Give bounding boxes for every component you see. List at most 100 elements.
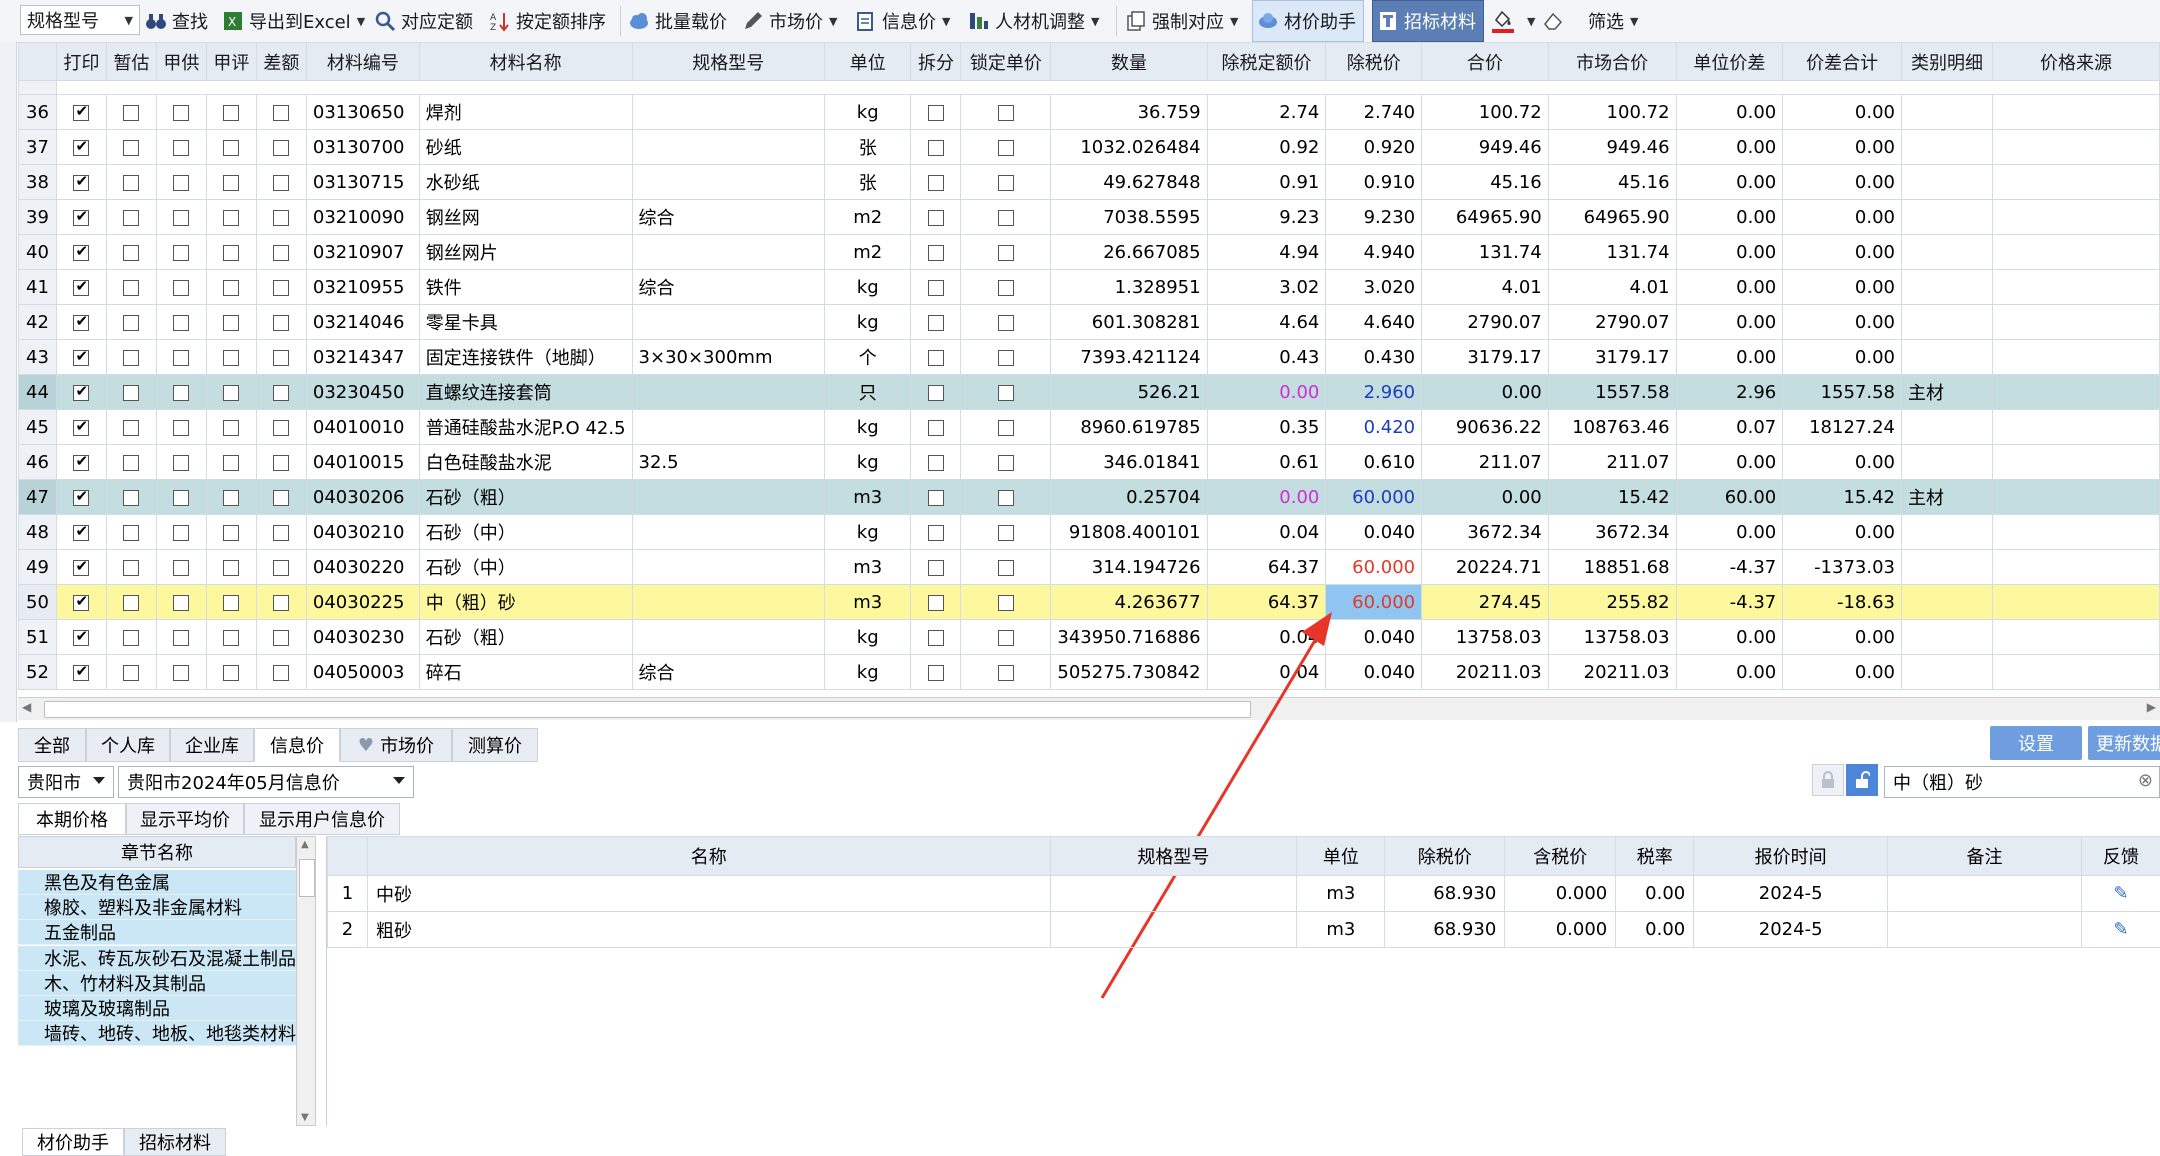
unit[interactable]: kg (823, 619, 912, 655)
diff-total[interactable]: 0.00 (1782, 654, 1902, 690)
checkbox[interactable] (927, 349, 944, 366)
column-header[interactable]: 材料编号 (305, 42, 420, 81)
price-ex-tax[interactable]: 68.930 (1384, 911, 1506, 948)
unit-diff[interactable]: 0.00 (1675, 339, 1784, 375)
price-row[interactable]: 1 中砂 m3 68.930 0.000 0.00 2024-5 ✎ (327, 875, 2160, 912)
column-header[interactable]: 拆分 (910, 42, 962, 81)
unit-diff[interactable]: 0.00 (1675, 234, 1784, 270)
checkbox[interactable] (73, 592, 90, 611)
material-code[interactable]: 03130650 (305, 94, 420, 130)
ex-tax-price[interactable]: 0.910 (1325, 164, 1423, 200)
force-match-button[interactable]: 强制对应 ▼ (1125, 0, 1238, 42)
material-code[interactable]: 03210955 (305, 269, 420, 305)
column-header[interactable]: 打印 (55, 42, 107, 81)
quantity[interactable]: 1032.026484 (1050, 129, 1208, 165)
scrollbar-thumb[interactable] (44, 701, 1251, 718)
checkbox[interactable] (273, 419, 290, 436)
quantity[interactable]: 8960.619785 (1050, 409, 1208, 445)
material-name[interactable]: 钢丝网片 (418, 234, 633, 270)
checkbox[interactable] (173, 349, 190, 366)
checkbox[interactable] (273, 104, 290, 121)
total[interactable]: 100.72 (1421, 94, 1549, 130)
quota-price[interactable]: 0.91 (1206, 164, 1327, 200)
diff-total[interactable]: 15.42 (1782, 479, 1902, 515)
total[interactable]: 90636.22 (1421, 409, 1549, 445)
chapter-item[interactable]: 黑色及有色金属 (18, 870, 296, 895)
checkbox[interactable] (997, 489, 1014, 506)
checkbox[interactable] (997, 139, 1014, 156)
subtab-current-price[interactable]: 本期价格 (18, 803, 126, 835)
tab-enterprise[interactable]: 企业库 (170, 728, 254, 762)
quota-price[interactable]: 4.64 (1206, 304, 1327, 340)
bid-material-button[interactable]: 招标材料 (1372, 0, 1484, 42)
ex-tax-price[interactable]: 2.740 (1325, 94, 1423, 130)
ex-tax-price[interactable]: 3.020 (1325, 269, 1423, 305)
row-number[interactable]: 48 (18, 514, 57, 550)
row-number[interactable]: 42 (18, 304, 57, 340)
checkbox[interactable] (223, 629, 240, 646)
lock-toggle[interactable] (1812, 764, 1844, 796)
column-header[interactable]: 类别明细 (1901, 42, 1993, 81)
tab-calculated-price[interactable]: 测算价 (452, 728, 538, 762)
column-header[interactable]: 甲评 (205, 42, 257, 81)
checkbox[interactable] (273, 664, 290, 681)
table-row[interactable]: 3803130715水砂纸张49.6278480.910.91045.1645.… (18, 164, 2160, 200)
price-source[interactable] (1991, 549, 2160, 585)
material-name[interactable]: 铁件 (418, 269, 633, 305)
export-excel-button[interactable]: X 导出到Excel ▼ (222, 0, 365, 42)
column-header[interactable]: 除税价 (1325, 42, 1423, 81)
checkbox[interactable] (927, 209, 944, 226)
diff-total[interactable]: 0.00 (1782, 619, 1902, 655)
spec[interactable] (631, 304, 825, 340)
checkbox[interactable] (173, 209, 190, 226)
category[interactable] (1901, 234, 1993, 270)
checkbox[interactable] (173, 559, 190, 576)
bottom-tab-material-assistant[interactable]: 材价助手 (22, 1128, 124, 1156)
spec[interactable] (631, 584, 825, 620)
category[interactable] (1901, 619, 1993, 655)
market-total[interactable]: 18851.68 (1547, 549, 1677, 585)
column-header[interactable] (18, 42, 57, 81)
checkbox[interactable] (223, 244, 240, 261)
table-row[interactable]: 5104030230石砂（粗）kg343950.7168860.040.0401… (18, 619, 2160, 655)
checkbox[interactable] (123, 489, 140, 506)
checkbox[interactable] (73, 102, 90, 121)
checkbox[interactable] (173, 174, 190, 191)
checkbox[interactable] (123, 664, 140, 681)
price-column-header[interactable]: 备注 (1887, 836, 2082, 876)
checkbox[interactable] (123, 594, 140, 611)
category[interactable] (1901, 304, 1993, 340)
unit[interactable]: kg (823, 409, 912, 445)
price-source[interactable] (1991, 409, 2160, 445)
checkbox[interactable] (173, 279, 190, 296)
price-inc-tax[interactable]: 0.000 (1504, 911, 1617, 948)
market-price-button[interactable]: 市场价 ▼ (742, 0, 837, 42)
price-source[interactable] (1991, 514, 2160, 550)
checkbox[interactable] (73, 347, 90, 366)
price-column-header[interactable] (327, 836, 368, 876)
checkbox[interactable] (123, 139, 140, 156)
market-total[interactable]: 2790.07 (1547, 304, 1677, 340)
tab-info-price[interactable]: 信息价 (254, 728, 340, 762)
checkbox[interactable] (927, 664, 944, 681)
ex-tax-price[interactable]: 60.000 (1325, 549, 1423, 585)
unit-diff[interactable]: 2.96 (1675, 374, 1784, 410)
price-column-header[interactable]: 除税价 (1384, 836, 1506, 876)
column-header[interactable]: 暂估 (105, 42, 157, 81)
diff-total[interactable]: -18.63 (1782, 584, 1902, 620)
spec[interactable] (631, 479, 825, 515)
column-header[interactable]: 除税定额价 (1206, 42, 1327, 81)
unit-diff[interactable]: 0.00 (1675, 514, 1784, 550)
column-header[interactable]: 单位 (823, 42, 912, 81)
tax-rate[interactable]: 0.00 (1615, 875, 1695, 912)
material-code[interactable]: 04030220 (305, 549, 420, 585)
horizontal-scrollbar[interactable]: ◀ ▶ (18, 697, 2160, 720)
checkbox[interactable] (997, 244, 1014, 261)
column-header[interactable]: 单位价差 (1675, 42, 1784, 81)
unit-diff[interactable]: 0.00 (1675, 164, 1784, 200)
column-header[interactable]: 规格型号 (631, 42, 825, 81)
unit[interactable]: m2 (823, 234, 912, 270)
checkbox[interactable] (223, 419, 240, 436)
diff-total[interactable]: 0.00 (1782, 269, 1902, 305)
material-name[interactable]: 白色硅酸盐水泥 (418, 444, 633, 480)
